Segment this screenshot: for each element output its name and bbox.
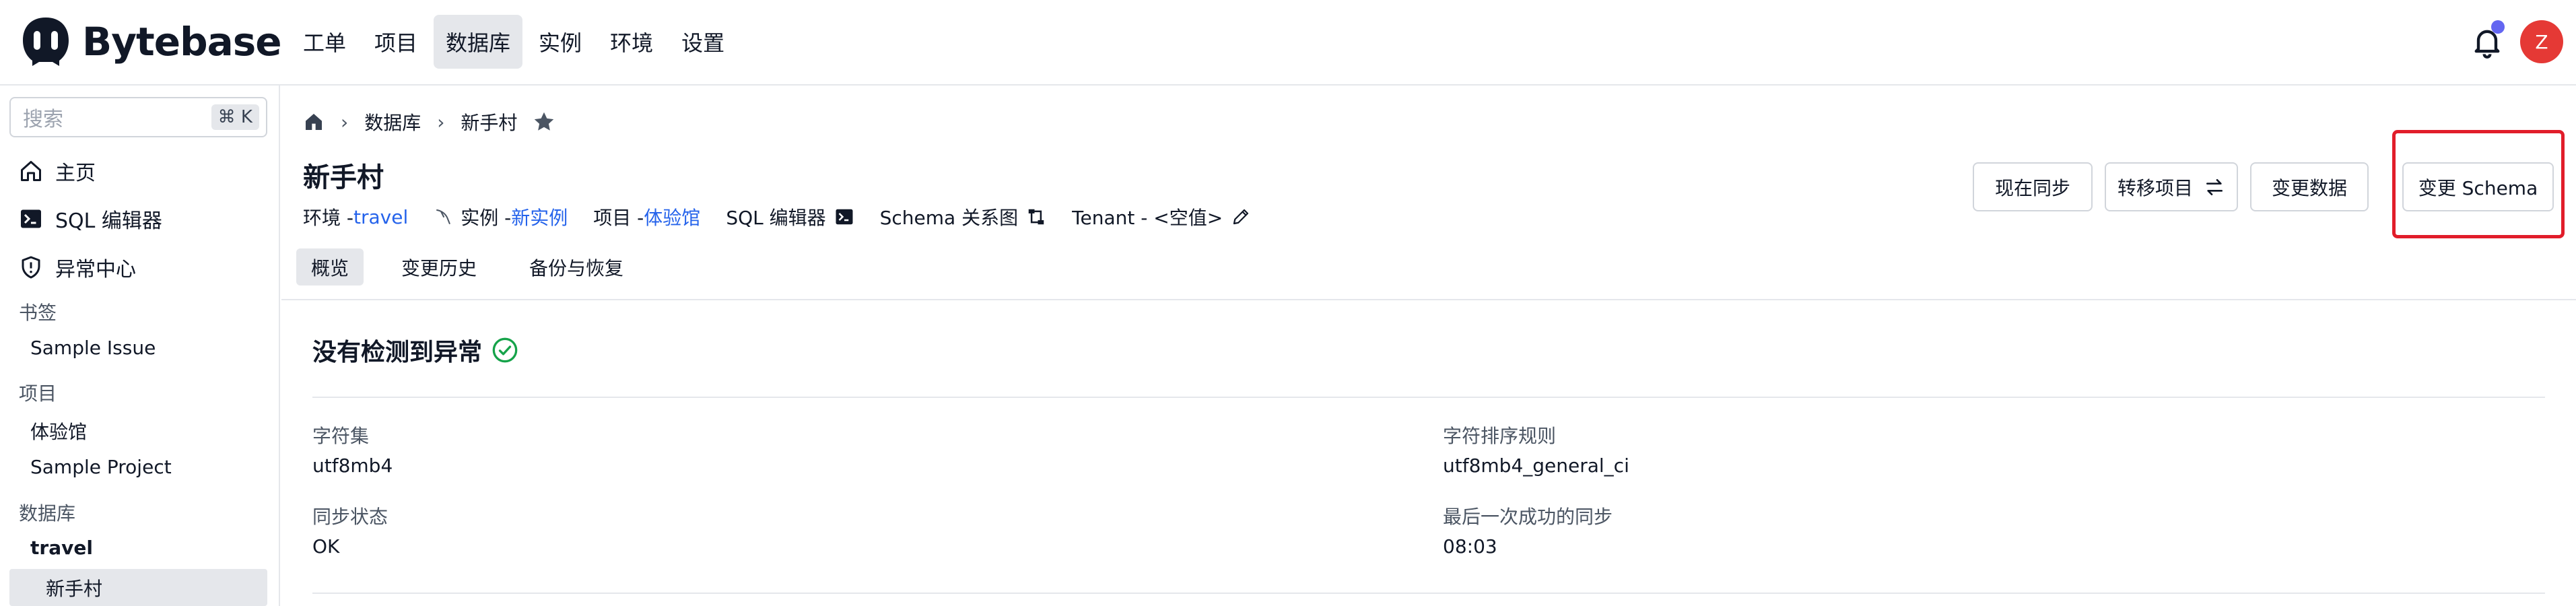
sidebar: 搜索 ⌘ K 主页 SQL 编辑器 异常中心 书签 Sample Issue 项… xyxy=(0,86,280,606)
tabs-divider xyxy=(281,299,2576,300)
sql-editor-link[interactable]: SQL 编辑器 xyxy=(726,203,854,230)
nav-instances[interactable]: 实例 xyxy=(527,15,594,69)
sync-now-button[interactable]: 现在同步 xyxy=(1973,162,2093,211)
sync-status-value: OK xyxy=(312,535,340,558)
database-meta: 环境 - travel 实例 - 新实例 项目 - 体验馆 SQL 编辑器 Sc… xyxy=(303,203,1277,230)
home-icon[interactable] xyxy=(303,111,325,133)
main-content: › 数据库 › 新手村 新手村 环境 - travel 实例 - 新实例 项目 … xyxy=(281,86,2576,606)
transfer-project-button[interactable]: 转移项目 xyxy=(2105,162,2238,211)
instance-label: 实例 - xyxy=(461,207,512,229)
star-icon[interactable] xyxy=(532,110,556,134)
charset-label: 字符集 xyxy=(312,425,370,447)
sidebar-item-label: 异常中心 xyxy=(55,258,136,281)
nav-issues[interactable]: 工单 xyxy=(291,15,358,69)
chevron-right-icon: › xyxy=(437,110,445,133)
breadcrumb: › 数据库 › 新手村 xyxy=(303,108,556,135)
section-divider xyxy=(312,593,2545,594)
page-title: 新手村 xyxy=(303,162,384,193)
search-placeholder: 搜索 xyxy=(23,108,63,131)
env-label: 环境 - xyxy=(303,207,354,229)
breadcrumb-section[interactable]: 数据库 xyxy=(364,108,421,135)
top-nav: 工单 项目 数据库 实例 环境 设置 xyxy=(291,15,741,69)
anomaly-title: 没有检测到异常 xyxy=(312,339,483,366)
collation-value: utf8mb4_general_ci xyxy=(1443,454,1629,477)
sync-status-label: 同步状态 xyxy=(312,506,388,528)
app-name: Bytebase xyxy=(82,19,282,65)
meta-instance: 实例 - 新实例 xyxy=(434,203,568,230)
tab-bar: 概览 变更历史 备份与恢复 xyxy=(296,248,661,285)
shield-icon xyxy=(22,256,40,279)
top-bar: Bytebase 工单 项目 数据库 实例 环境 设置 Z xyxy=(0,0,2576,86)
database-item-active[interactable]: 新手村 xyxy=(46,574,102,601)
sidebar-item-label: 主页 xyxy=(55,162,96,185)
anomaly-status: 没有检测到异常 xyxy=(312,333,518,368)
schema-diagram-label: Schema 关系图 xyxy=(879,207,1019,229)
sidebar-item-sql-editor[interactable]: SQL 编辑器 xyxy=(19,199,162,239)
instance-link[interactable]: 新实例 xyxy=(511,203,568,230)
chevron-right-icon: › xyxy=(341,110,349,133)
nav-projects[interactable]: 项目 xyxy=(362,15,430,69)
notification-dot xyxy=(2491,20,2505,34)
sql-editor-label: SQL 编辑器 xyxy=(726,207,826,229)
tenant-label: Tenant - <空值> xyxy=(1072,207,1223,229)
user-avatar[interactable]: Z xyxy=(2520,20,2563,63)
projects-heading: 项目 xyxy=(19,382,57,405)
env-link[interactable]: travel xyxy=(353,206,408,228)
bookmarks-heading: 书签 xyxy=(19,302,57,324)
change-data-button[interactable]: 变更数据 xyxy=(2250,162,2369,211)
nav-environments[interactable]: 环境 xyxy=(598,15,665,69)
highlight-box xyxy=(2392,130,2565,238)
sidebar-item-anomaly-center[interactable]: 异常中心 xyxy=(19,247,136,288)
project-item[interactable]: Sample Project xyxy=(30,456,172,478)
breadcrumb-current: 新手村 xyxy=(461,112,518,134)
search-shortcut-badge: ⌘ K xyxy=(211,104,259,130)
project-label: 项目 - xyxy=(593,207,644,229)
pencil-icon xyxy=(1233,209,1249,225)
section-divider xyxy=(312,397,2545,398)
home-icon xyxy=(21,161,41,181)
terminal-icon xyxy=(21,209,41,228)
diagram-icon xyxy=(1028,209,1044,225)
collation-label: 字符排序规则 xyxy=(1443,425,1557,447)
meta-environment: 环境 - travel xyxy=(303,203,408,230)
tab-backup-restore[interactable]: 备份与恢复 xyxy=(514,248,638,285)
change-data-label: 变更数据 xyxy=(2271,176,2347,199)
sidebar-item-home[interactable]: 主页 xyxy=(19,151,96,191)
mysql-dolphin-icon xyxy=(436,209,450,224)
check-circle-icon xyxy=(492,337,518,363)
bytebase-logo[interactable]: Bytebase xyxy=(19,15,282,69)
charset-value: utf8mb4 xyxy=(312,454,393,477)
sidebar-item-label: SQL 编辑器 xyxy=(55,209,162,233)
nav-settings[interactable]: 设置 xyxy=(669,15,737,69)
transfer-project-label: 转移项目 xyxy=(2117,176,2193,199)
meta-project: 项目 - 体验馆 xyxy=(593,203,700,230)
swap-arrows-icon xyxy=(2206,178,2223,195)
database-env-group[interactable]: travel xyxy=(30,537,93,559)
last-sync-value: 08:03 xyxy=(1443,535,1497,558)
last-sync-label: 最后一次成功的同步 xyxy=(1443,506,1613,528)
project-item[interactable]: 体验馆 xyxy=(30,417,87,444)
sync-now-label: 现在同步 xyxy=(1994,176,2070,199)
databases-heading: 数据库 xyxy=(19,502,76,525)
schema-diagram-link[interactable]: Schema 关系图 xyxy=(880,203,1046,230)
tab-change-history[interactable]: 变更历史 xyxy=(386,248,492,285)
nav-databases[interactable]: 数据库 xyxy=(434,15,523,69)
tab-overview[interactable]: 概览 xyxy=(296,248,364,285)
terminal-icon xyxy=(836,209,853,225)
project-link[interactable]: 体验馆 xyxy=(644,203,700,230)
bookmark-sample-issue[interactable]: Sample Issue xyxy=(30,337,156,359)
bytebase-logo-icon xyxy=(23,18,69,66)
tenant-field[interactable]: Tenant - <空值> xyxy=(1072,203,1251,230)
search-input[interactable]: 搜索 ⌘ K xyxy=(9,97,267,137)
